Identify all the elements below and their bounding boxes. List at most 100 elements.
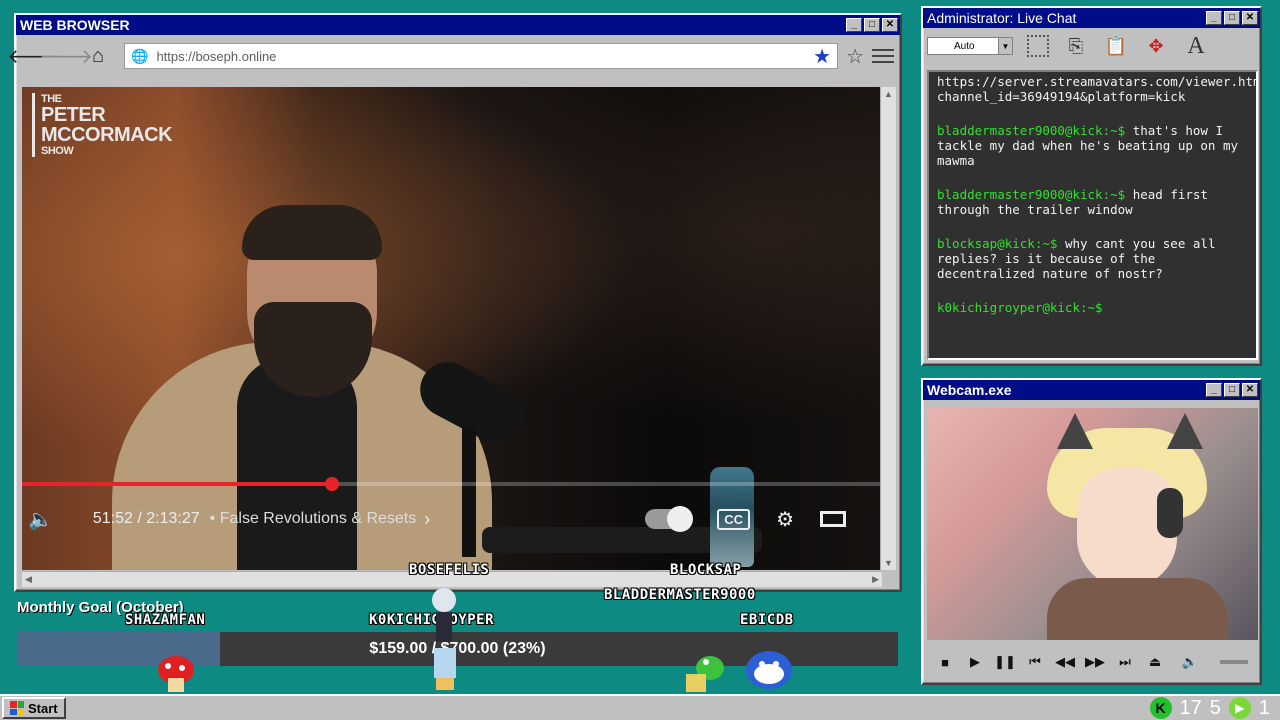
kick-icon[interactable]: K xyxy=(1149,697,1172,719)
chat-log[interactable]: https://server.streamavatars.com/viewer.… xyxy=(927,70,1258,360)
viewer-name: EBICDB xyxy=(740,612,794,628)
bookmarked-star-icon[interactable]: ★ xyxy=(813,44,831,69)
viewer-name: BLADDERMASTER9000 xyxy=(604,587,756,603)
hamburger-menu-icon[interactable] xyxy=(872,49,894,63)
chat-username[interactable]: bladdermaster9000@kick:~$ xyxy=(937,123,1125,138)
browser-title: WEB BROWSER xyxy=(20,17,130,33)
chat-title: Administrator: Live Chat xyxy=(927,10,1077,26)
eject-icon[interactable]: ⏏ xyxy=(1147,654,1163,670)
forward-arrow-icon[interactable]: 🡒 xyxy=(39,44,93,68)
chat-message: bladdermaster9000@kick:~$ that's how I t… xyxy=(937,123,1248,168)
webcam-view xyxy=(927,408,1258,640)
show-logo: THE PETER MCCORMACK SHOW xyxy=(32,93,173,157)
volume-icon[interactable]: 🔈 xyxy=(1182,654,1198,670)
address-bar[interactable]: 🌐 https://boseph.online ★ xyxy=(124,43,839,69)
pause-icon[interactable]: ❚❚ xyxy=(994,654,1016,670)
logo-line-3: MCCORMACK xyxy=(41,124,173,146)
minimize-button[interactable]: _ xyxy=(1206,383,1222,397)
video-progress-bar[interactable] xyxy=(22,477,882,491)
video-controls: 🔈 51:52 / 2:13:27 • False Revolutions & … xyxy=(22,499,882,539)
maximize-button[interactable]: □ xyxy=(1224,383,1240,397)
scroll-right-icon[interactable]: ▶ xyxy=(872,574,879,585)
home-icon[interactable]: ⌂ xyxy=(86,44,110,68)
minimize-button[interactable]: _ xyxy=(1206,11,1222,25)
play-circle-icon[interactable]: ▶ xyxy=(1228,697,1251,719)
move-icon[interactable]: ✥ xyxy=(1143,33,1169,59)
chevron-down-icon[interactable]: ▼ xyxy=(998,38,1012,54)
avatar-cat-ear xyxy=(1057,413,1093,449)
font-size-select[interactable]: Auto ▼ xyxy=(927,37,1013,55)
play-icon[interactable]: ▶ xyxy=(967,654,983,670)
favorites-star-icon[interactable]: ☆ xyxy=(846,44,864,69)
webcam-titlebar[interactable]: Webcam.exe _ □ ✕ xyxy=(923,380,1260,400)
chat-username[interactable]: bladdermaster9000@kick:~$ xyxy=(937,187,1125,202)
browser-navbar: 🡐 🡒 ⌂ 🌐 https://boseph.online ★ ☆ xyxy=(7,35,900,77)
font-size-value: Auto xyxy=(954,40,975,52)
paste-icon[interactable]: 📋 xyxy=(1103,33,1129,59)
scroll-up-icon[interactable]: ▲ xyxy=(884,89,893,99)
avatar-body xyxy=(1047,578,1227,640)
close-button[interactable]: ✕ xyxy=(882,18,898,32)
video-scrubber-knob[interactable] xyxy=(324,477,339,491)
start-button[interactable]: Start xyxy=(2,697,66,719)
rewind-icon[interactable]: ◀◀ xyxy=(1055,654,1075,670)
settings-gear-icon[interactable]: ⚙ xyxy=(776,507,794,532)
frog-avatar-sprite xyxy=(686,656,724,692)
webcam-window: Webcam.exe _ □ ✕ ■ ▶ ❚❚ ⏮ ◀◀ ▶▶ ⏭ ⏏ 🔈 xyxy=(921,378,1262,685)
copy-icon[interactable]: ⎘ xyxy=(1063,33,1089,59)
logo-line-4: SHOW xyxy=(41,145,74,157)
chat-message: k0kichigroyper@kick:~$ xyxy=(937,300,1248,315)
video-chapter[interactable]: • False Revolutions & Resets xyxy=(210,510,417,528)
chat-text: https://server.streamavatars.com/viewer.… xyxy=(937,74,1258,104)
system-tray: K 17 5 ▶ 1 xyxy=(1149,696,1270,720)
minimize-button[interactable]: _ xyxy=(846,18,862,32)
autoplay-toggle[interactable] xyxy=(645,506,694,532)
web-browser-window: WEB BROWSER _ □ ✕ 🡐 🡒 ⌂ 🌐 https://boseph… xyxy=(7,13,902,592)
avatar-headset xyxy=(1157,488,1183,538)
select-icon[interactable] xyxy=(1027,35,1049,57)
skip-forward-icon[interactable]: ⏭ xyxy=(1117,654,1133,670)
video-player[interactable]: THE PETER MCCORMACK SHOW 🔈 51:52 / 2:13:… xyxy=(22,87,882,570)
viewer-name: BOSEFELIS xyxy=(409,562,490,578)
close-button[interactable]: ✕ xyxy=(1242,383,1258,397)
tray-count: 5 xyxy=(1209,696,1221,719)
chat-titlebar[interactable]: Administrator: Live Chat _ □ ✕ xyxy=(923,8,1260,28)
vertical-scrollbar[interactable]: ▲ ▼ xyxy=(880,87,896,570)
scroll-down-icon[interactable]: ▼ xyxy=(884,558,893,568)
theater-mode-icon[interactable] xyxy=(820,511,846,527)
video-time: 51:52 / 2:13:27 xyxy=(92,510,200,527)
chat-message: https://server.streamavatars.com/viewer.… xyxy=(937,74,1256,104)
chat-message: blocksap@kick:~$ why cant you see all re… xyxy=(937,236,1248,281)
maximize-button[interactable]: □ xyxy=(864,18,880,32)
avatar-cat-ear xyxy=(1167,413,1203,449)
blob-avatar-sprite xyxy=(746,651,792,689)
webcam-title: Webcam.exe xyxy=(927,382,1012,398)
fast-forward-icon[interactable]: ▶▶ xyxy=(1085,654,1105,670)
scroll-left-icon[interactable]: ◀ xyxy=(25,574,32,585)
captions-button[interactable]: CC xyxy=(717,508,751,530)
video-progress-fill xyxy=(22,482,332,486)
windows-logo-icon xyxy=(10,701,24,715)
stop-icon[interactable]: ■ xyxy=(937,655,953,670)
character-avatar-sprite xyxy=(432,588,456,690)
volume-slider[interactable] xyxy=(1220,660,1248,664)
viewer-name: SHAZAMFAN xyxy=(125,612,206,628)
browser-titlebar[interactable]: WEB BROWSER _ □ ✕ xyxy=(16,15,900,35)
chat-message: bladdermaster9000@kick:~$ head first thr… xyxy=(937,187,1248,217)
skip-back-icon[interactable]: ⏮ xyxy=(1027,654,1043,670)
media-controls: ■ ▶ ❚❚ ⏮ ◀◀ ▶▶ ⏭ ⏏ 🔈 xyxy=(927,646,1258,678)
tray-count: 1 xyxy=(1258,696,1270,719)
chat-toolbar: Auto ▼ ⎘ 📋 ✥ A xyxy=(923,28,1260,64)
chat-username[interactable]: blocksap@kick:~$ xyxy=(937,236,1057,251)
font-icon[interactable]: A xyxy=(1183,33,1209,59)
url-text: https://boseph.online xyxy=(156,48,277,64)
logo-line-2: PETER xyxy=(41,104,106,126)
chevron-right-icon[interactable]: › xyxy=(424,509,430,530)
mushroom-avatar-sprite xyxy=(158,656,194,692)
start-label: Start xyxy=(28,700,58,716)
chat-username[interactable]: k0kichigroyper@kick:~$ xyxy=(937,300,1103,315)
globe-icon: 🌐 xyxy=(131,47,149,64)
close-button[interactable]: ✕ xyxy=(1242,11,1258,25)
maximize-button[interactable]: □ xyxy=(1224,11,1240,25)
volume-icon[interactable]: 🔈 xyxy=(28,507,53,532)
